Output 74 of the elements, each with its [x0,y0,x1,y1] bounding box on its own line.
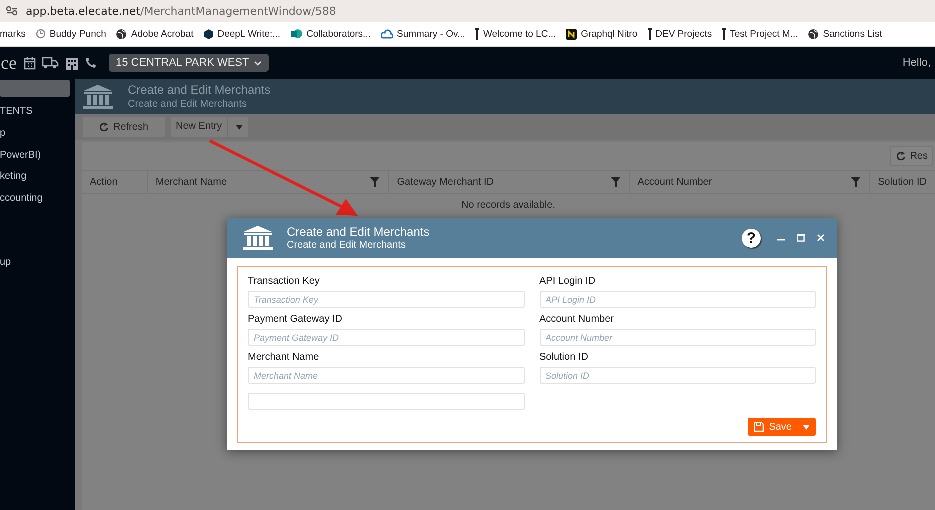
bank-icon [83,84,113,110]
dialog-subtitle: Create and Edit Merchants [287,240,407,251]
bookmark-link[interactable]: Collaborators... [306,28,371,40]
sidebar-item[interactable]: keting [0,171,75,192]
bank-icon [243,225,273,251]
bookmark-link[interactable]: Summary - Ov... [396,28,466,40]
caret-icon [254,60,262,66]
filter-icon[interactable] [610,177,621,187]
filter-icon[interactable] [370,177,380,187]
bookmark-link[interactable]: marks [0,28,26,40]
help-button[interactable]: ? [742,228,761,248]
refresh-button[interactable]: Refresh [83,117,165,137]
input-field[interactable]: Payment Gateway ID [248,329,524,346]
input-field[interactable]: Merchant Name [248,367,524,384]
new-entry-split-button[interactable]: New Entry [171,117,248,137]
letter-tile-icon [566,28,578,40]
bookmark-link[interactable]: DeepL Write:... [218,28,281,40]
greeting-text: Hello, [902,57,931,69]
refresh-icon [99,122,110,132]
filter-icon[interactable] [851,177,862,187]
input-field[interactable] [248,393,524,410]
field-label: Account Number [540,314,615,327]
sidebar-item[interactable]: up [0,257,75,278]
field-label: Transaction Key [248,276,321,289]
building-icon[interactable] [64,56,79,70]
bookmark-link[interactable]: Test Project M... [730,28,798,40]
caret-icon[interactable] [803,424,810,430]
refresh-icon [896,151,906,161]
field-label: API Login ID [540,276,597,289]
phone-icon[interactable] [84,57,97,69]
column-header[interactable]: Solution ID [870,171,935,193]
reset-button[interactable]: Res [890,146,933,166]
logo-text[interactable]: ce [1,52,17,74]
input-field[interactable]: Solution ID [540,367,816,384]
bookmark-link[interactable]: Welcome to LC... [483,28,556,40]
sidebar-item[interactable]: ccounting [0,192,75,214]
page-title: Create and Edit Merchants [128,83,271,97]
calendar-icon[interactable] [24,56,36,70]
dialog-title: Create and Edit Merchants [287,225,430,239]
empty-message: No records available. [460,200,556,211]
bookmark-link[interactable]: DEV Projects [656,28,712,40]
caret-icon[interactable] [236,124,244,130]
column-header[interactable]: Action [82,171,148,193]
clock-icon [36,29,46,39]
location-dropdown[interactable]: 15 CENTRAL PARK WEST [108,54,270,72]
vertical-bar-icon [648,28,652,40]
field-label: Merchant Name [248,352,320,365]
column-header[interactable]: Merchant Name [148,171,390,193]
field-label: Solution ID [540,352,590,365]
globe-icon [808,28,820,40]
hexagon-icon [204,28,214,40]
page-subtitle: Create and Edit Merchants [128,99,248,110]
column-header[interactable]: Gateway Merchant ID [389,171,630,193]
url-text[interactable]: app.beta.elecate.net/MerchantManagementWindow/588 [26,4,336,18]
sidebar-search-field[interactable] [0,80,70,97]
bookmark-link[interactable]: Sanctions List [823,28,882,40]
bookmark-link[interactable]: Buddy Punch [50,28,106,40]
globe-icon [116,28,128,40]
maximize-icon[interactable] [797,234,805,242]
input-field[interactable]: Transaction Key [248,291,524,308]
sidebar-item[interactable]: PowerBI) [0,150,75,171]
sidebar-heading: TENTS [0,106,34,119]
vertical-bar-icon [475,28,480,40]
bookmark-link[interactable]: Graphql Nitro [581,28,638,40]
new-entry-button[interactable]: New Entry [176,117,228,137]
close-icon[interactable] [817,234,825,242]
sidebar-item[interactable]: p [0,128,75,150]
truck-icon[interactable] [42,57,59,69]
cloud-icon [380,29,393,39]
column-header[interactable]: Account Number [630,171,870,193]
bookmark-link[interactable]: Adobe Acrobat [131,28,194,40]
site-info-icon[interactable] [6,6,18,16]
field-label: Payment Gateway ID [248,314,344,327]
vertical-bar-icon [722,28,726,40]
